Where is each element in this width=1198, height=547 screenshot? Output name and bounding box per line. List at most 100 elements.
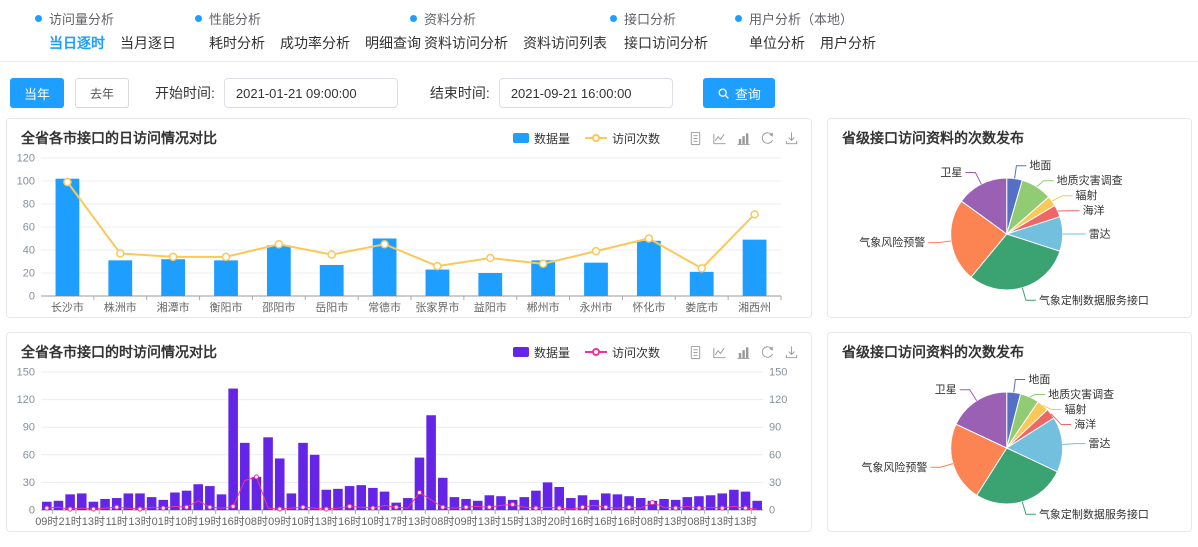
nav-item[interactable]: 资料访问列表 [523, 33, 607, 53]
province-pie-panel-2: 省级接口访问资料的次数发布 地面地质灾害调查辐射海洋雷达气象定制数据服务接口气象… [827, 332, 1192, 532]
svg-text:衡阳市: 衡阳市 [210, 300, 243, 314]
svg-text:09时: 09时 [268, 515, 291, 528]
daily-bar-line-chart[interactable]: 020406080100120长沙市株洲市湘潭市衡阳市邵阳市岳阳市常德市张家界市… [7, 150, 799, 316]
nav-group-title-label: 资料分析 [424, 9, 476, 28]
svg-text:09时: 09时 [454, 515, 477, 528]
daily-chart-title: 全省各市接口的日访问情况对比 [21, 128, 217, 148]
svg-text:邵阳市: 邵阳市 [262, 300, 295, 314]
svg-text:08时: 08时 [245, 515, 268, 528]
data-view-icon[interactable] [688, 131, 703, 146]
svg-text:气象定制数据服务接口: 气象定制数据服务接口 [1039, 507, 1149, 521]
hourly-chart-panel: 全省各市接口的时访问情况对比 数据量访问次数 00303060609090120… [6, 332, 812, 532]
hourly-bar-line-chart[interactable]: 0030306060909012012015015009时21时13时11时13… [7, 364, 799, 530]
bullet-icon [35, 15, 42, 22]
bar-series-swatch [513, 133, 529, 143]
svg-text:辐射: 辐射 [1065, 402, 1087, 416]
query-button[interactable]: 查询 [703, 78, 775, 108]
nav-item[interactable]: 当月逐日 [120, 33, 176, 53]
nav-item[interactable]: 当日逐时 [49, 33, 105, 53]
svg-text:张家界市: 张家界市 [415, 300, 459, 314]
restore-icon[interactable] [760, 131, 775, 146]
legend-item[interactable]: 数据量 [513, 344, 570, 361]
start-time-input[interactable] [224, 78, 398, 108]
last-year-button[interactable]: 去年 [75, 78, 129, 108]
svg-text:10时: 10时 [291, 515, 314, 528]
svg-text:120: 120 [17, 394, 35, 406]
province-pie-panel-1: 省级接口访问资料的次数发布 地面地质灾害调查辐射海洋雷达气象定制数据服务接口气象… [827, 118, 1192, 318]
svg-text:0: 0 [769, 505, 775, 517]
svg-text:16时: 16时 [571, 515, 594, 528]
line-series-swatch [585, 133, 607, 143]
svg-text:11时: 11时 [105, 515, 127, 528]
svg-text:08时: 08时 [431, 515, 454, 528]
nav-item[interactable]: 接口访问分析 [624, 33, 708, 53]
svg-text:90: 90 [23, 422, 35, 434]
end-time-input[interactable] [499, 78, 673, 108]
svg-text:气象风险预警: 气象风险预警 [861, 460, 927, 474]
nav-group: 性能分析耗时分析成功率分析明细查询 [195, 9, 421, 53]
nav-item[interactable]: 用户分析 [820, 33, 876, 53]
svg-text:40: 40 [23, 245, 35, 257]
legend-item[interactable]: 访问次数 [585, 344, 660, 361]
nav-item[interactable]: 资料访问分析 [424, 33, 508, 53]
svg-text:10时: 10时 [175, 515, 198, 528]
line-chart-icon[interactable] [712, 131, 727, 146]
svg-text:0: 0 [29, 291, 35, 303]
legend-item[interactable]: 数据量 [513, 130, 570, 147]
daily-chart-panel: 全省各市接口的日访问情况对比 数据量访问次数 020406080100120长沙… [6, 118, 812, 318]
restore-icon[interactable] [760, 345, 775, 360]
svg-text:长沙市: 长沙市 [51, 300, 84, 314]
download-icon[interactable] [784, 131, 799, 146]
search-icon [717, 87, 730, 100]
bullet-icon [610, 15, 617, 22]
chart-toolbox [688, 345, 799, 360]
svg-text:益阳市: 益阳市 [474, 300, 507, 314]
legend-item[interactable]: 访问次数 [585, 130, 660, 147]
start-time-label: 开始时间: [155, 83, 215, 103]
svg-text:01时: 01时 [152, 515, 175, 528]
svg-text:150: 150 [17, 367, 35, 379]
svg-text:16时: 16时 [222, 515, 245, 528]
svg-text:湘西州: 湘西州 [738, 300, 771, 314]
svg-text:08时: 08时 [687, 515, 710, 528]
svg-text:09时: 09时 [35, 515, 58, 528]
nav-group: 访问量分析当日逐时当月逐日 [35, 9, 176, 53]
svg-text:21时: 21时 [58, 515, 81, 528]
svg-text:卫星: 卫星 [935, 383, 957, 396]
bar-chart-icon[interactable] [736, 131, 751, 146]
svg-text:13时: 13时 [478, 515, 501, 528]
svg-text:15时: 15时 [501, 515, 524, 528]
nav-item[interactable]: 成功率分析 [280, 33, 350, 53]
svg-text:100: 100 [17, 176, 35, 188]
nav-item[interactable]: 单位分析 [749, 33, 805, 53]
download-icon[interactable] [784, 345, 799, 360]
this-year-button[interactable]: 当年 [10, 78, 64, 108]
nav-group-title: 用户分析（本地） [735, 9, 876, 28]
svg-text:雷达: 雷达 [1089, 228, 1111, 241]
filter-bar: 当年 去年 开始时间: 结束时间: 查询 [10, 77, 775, 109]
svg-text:60: 60 [23, 449, 35, 461]
svg-text:辐射: 辐射 [1076, 188, 1098, 202]
svg-text:20: 20 [23, 268, 35, 280]
end-time-label: 结束时间: [430, 83, 490, 103]
nav-item[interactable]: 耗时分析 [209, 33, 265, 53]
svg-text:郴州市: 郴州市 [527, 300, 560, 314]
data-view-icon[interactable] [688, 345, 703, 360]
svg-text:120: 120 [17, 153, 35, 165]
svg-text:地质灾害调查: 地质灾害调查 [1048, 387, 1114, 401]
svg-text:60: 60 [769, 449, 781, 461]
svg-text:90: 90 [769, 422, 781, 434]
dashboard-page: 访问量分析当日逐时当月逐日性能分析耗时分析成功率分析明细查询资料分析资料访问分析… [0, 0, 1198, 547]
nav-group: 资料分析资料访问分析资料访问列表 [410, 9, 607, 53]
svg-text:13时: 13时 [128, 515, 151, 528]
svg-text:气象定制数据服务接口: 气象定制数据服务接口 [1039, 293, 1149, 307]
province-pie-chart-2[interactable]: 地面地质灾害调查辐射海洋雷达气象定制数据服务接口气象风险预警卫星 [828, 364, 1189, 532]
svg-text:地质灾害调查: 地质灾害调查 [1057, 173, 1123, 187]
svg-text:19时: 19时 [198, 515, 221, 528]
svg-text:湘潭市: 湘潭市 [157, 300, 190, 314]
svg-text:10时: 10时 [361, 515, 384, 528]
bar-chart-icon[interactable] [736, 345, 751, 360]
province-pie-chart-1[interactable]: 地面地质灾害调查辐射海洋雷达气象定制数据服务接口气象风险预警卫星 [828, 150, 1189, 318]
bullet-icon [410, 15, 417, 22]
line-chart-icon[interactable] [712, 345, 727, 360]
